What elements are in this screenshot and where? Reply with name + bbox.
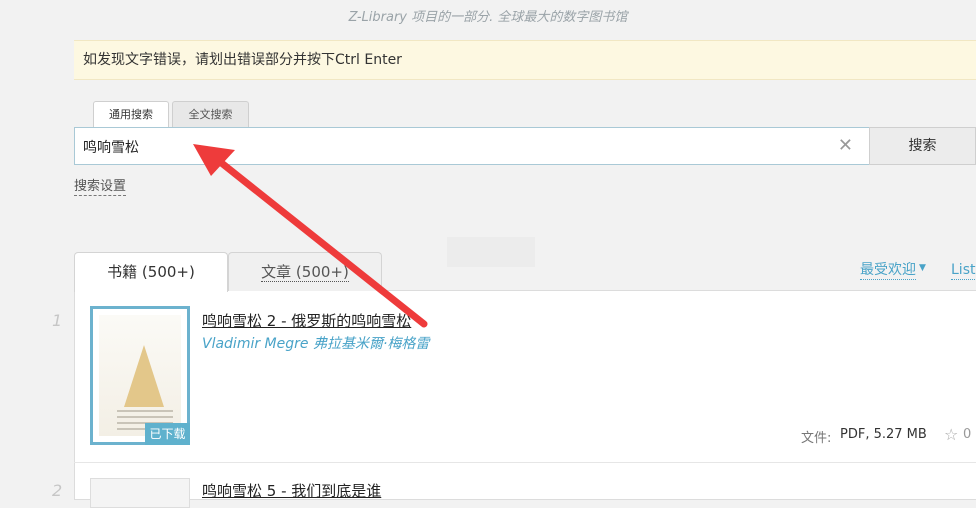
- tab-fulltext-search[interactable]: 全文搜索: [172, 101, 249, 128]
- search-input[interactable]: 鸣响雪松 ✕: [74, 127, 870, 165]
- cedar-tree-illustration: [124, 345, 164, 407]
- star-icon[interactable]: ☆: [944, 425, 958, 444]
- close-icon[interactable]: ✕: [838, 135, 853, 156]
- placeholder-block: [447, 237, 535, 267]
- rating-count: 0: [963, 427, 972, 442]
- tab-general-search[interactable]: 通用搜索: [93, 101, 169, 129]
- search-settings-link[interactable]: 搜索设置: [74, 179, 127, 196]
- book-title-link[interactable]: 鸣响雪松 5 - 我们到底是谁: [202, 480, 381, 501]
- tab-articles[interactable]: 文章 (500+): [228, 252, 382, 291]
- book-cover[interactable]: [90, 478, 190, 508]
- cover-art: [99, 315, 181, 436]
- author-link[interactable]: Vladimir Megre 弗拉基米爾·梅格雷: [202, 333, 429, 353]
- file-info: PDF, 5.27 MB: [840, 427, 927, 442]
- result-number: 1: [52, 311, 63, 330]
- error-report-notice: 如发现文字错误，请划出错误部分并按下Ctrl Enter: [74, 40, 976, 80]
- book-title-link[interactable]: 鸣响雪松 2 - 俄罗斯的鸣响雪松: [202, 310, 411, 331]
- row-divider: [74, 462, 976, 463]
- view-mode-link[interactable]: List: [951, 262, 976, 280]
- tab-books[interactable]: 书籍 (500+): [74, 252, 228, 292]
- sort-dropdown[interactable]: 最受欢迎: [860, 262, 916, 280]
- chevron-down-icon[interactable]: ▼: [919, 263, 926, 273]
- search-button[interactable]: 搜索: [869, 127, 976, 165]
- file-label: 文件:: [801, 431, 832, 446]
- notice-text: 如发现文字错误，请划出错误部分并按下Ctrl Enter: [83, 52, 402, 68]
- search-query: 鸣响雪松: [83, 140, 139, 156]
- book-cover[interactable]: 已下载: [90, 306, 190, 445]
- tab-articles-label: 文章 (500+): [261, 263, 349, 282]
- site-tagline: Z-Library 项目的一部分. 全球最大的数字图书馆: [348, 10, 628, 25]
- result-number: 2: [52, 481, 63, 500]
- downloaded-badge: 已下载: [145, 423, 190, 445]
